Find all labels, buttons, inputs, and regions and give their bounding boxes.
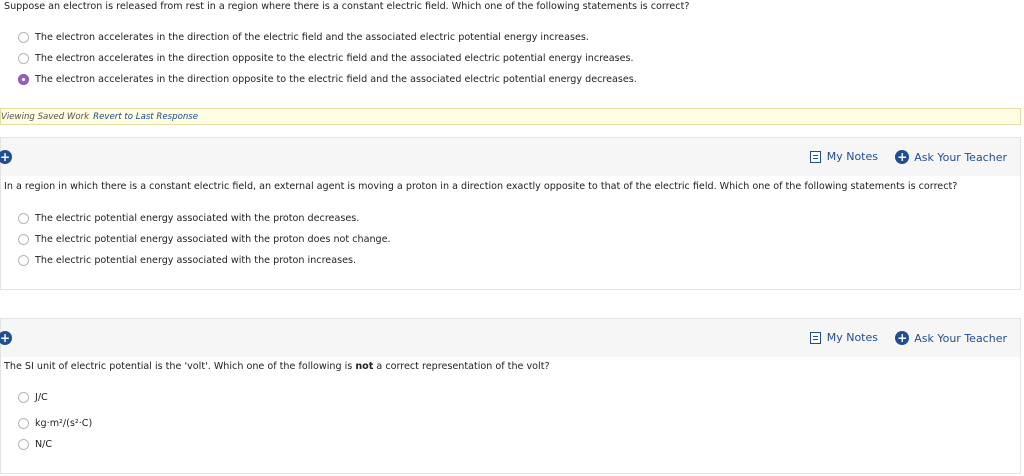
radio-icon[interactable] xyxy=(18,233,29,245)
expand-plus-icon[interactable]: + xyxy=(0,331,12,345)
q3-prompt-after: a correct representation of the volt? xyxy=(373,361,550,372)
q1-option-1[interactable]: The electron accelerates in the directio… xyxy=(18,30,589,44)
radio-icon[interactable] xyxy=(18,254,29,266)
expand-plus-icon[interactable]: + xyxy=(0,150,12,164)
notes-icon xyxy=(809,150,821,163)
q3-prompt-before: The SI unit of electric potential is the… xyxy=(4,361,356,372)
q3-option-1-label: J/C xyxy=(35,391,48,403)
radio-icon[interactable] xyxy=(18,31,29,43)
q3-option-1[interactable]: J/C xyxy=(18,390,48,404)
q1-option-2[interactable]: The electron accelerates in the directio… xyxy=(18,51,634,65)
ask-teacher-button[interactable]: + Ask Your Teacher xyxy=(895,150,1007,164)
my-notes-label: My Notes xyxy=(826,331,878,344)
ask-teacher-button[interactable]: + Ask Your Teacher xyxy=(895,331,1007,345)
q2-option-2-label: The electric potential energy associated… xyxy=(35,233,391,245)
saved-work-bar: Viewing Saved Work Revert to Last Respon… xyxy=(0,108,1021,125)
my-notes-button[interactable]: My Notes xyxy=(809,331,878,344)
ask-teacher-label: Ask Your Teacher xyxy=(914,331,1007,345)
radio-icon[interactable] xyxy=(18,52,29,64)
radio-icon[interactable] xyxy=(18,438,29,450)
add-circle-icon: + xyxy=(895,150,910,164)
question-3-header: + My Notes + Ask Your Teacher xyxy=(0,319,1020,357)
radio-icon[interactable] xyxy=(18,391,29,403)
radio-selected-icon[interactable] xyxy=(18,73,29,85)
q1-option-3[interactable]: The electron accelerates in the directio… xyxy=(18,72,637,86)
notes-icon xyxy=(809,331,821,344)
q2-option-2[interactable]: The electric potential energy associated… xyxy=(18,232,391,246)
question-3-prompt: The SI unit of electric potential is the… xyxy=(4,361,550,372)
q1-option-1-label: The electron accelerates in the directio… xyxy=(35,31,589,43)
q3-option-2[interactable]: kg·m²/(s²·C) xyxy=(18,416,92,430)
radio-icon[interactable] xyxy=(18,212,29,224)
my-notes-button[interactable]: My Notes xyxy=(809,150,878,163)
radio-icon[interactable] xyxy=(18,417,29,429)
q2-option-3[interactable]: The electric potential energy associated… xyxy=(18,253,356,267)
question-2-header: + My Notes + Ask Your Teacher xyxy=(0,138,1020,176)
question-1-prompt: Suppose an electron is released from res… xyxy=(4,1,690,12)
q1-option-3-label: The electron accelerates in the directio… xyxy=(35,73,637,85)
q2-option-1-label: The electric potential energy associated… xyxy=(35,212,360,224)
saved-work-text: Viewing Saved Work xyxy=(1,111,90,122)
q2-option-1[interactable]: The electric potential energy associated… xyxy=(18,211,359,225)
q3-option-2-label: kg·m²/(s²·C) xyxy=(35,417,93,429)
question-2-prompt: In a region in which there is a constant… xyxy=(4,181,958,192)
question-3-panel: + My Notes + Ask Your Teacher xyxy=(0,318,1021,474)
q3-option-3-label: N/C xyxy=(35,438,53,450)
ask-teacher-label: Ask Your Teacher xyxy=(914,150,1007,164)
q2-option-3-label: The electric potential energy associated… xyxy=(35,254,357,266)
q3-option-3[interactable]: N/C xyxy=(18,437,52,451)
my-notes-label: My Notes xyxy=(826,150,878,163)
q3-prompt-emphasis: not xyxy=(355,361,374,372)
q1-option-2-label: The electron accelerates in the directio… xyxy=(35,52,634,64)
add-circle-icon: + xyxy=(895,331,910,345)
revert-link[interactable]: Revert to Last Response xyxy=(93,112,198,122)
